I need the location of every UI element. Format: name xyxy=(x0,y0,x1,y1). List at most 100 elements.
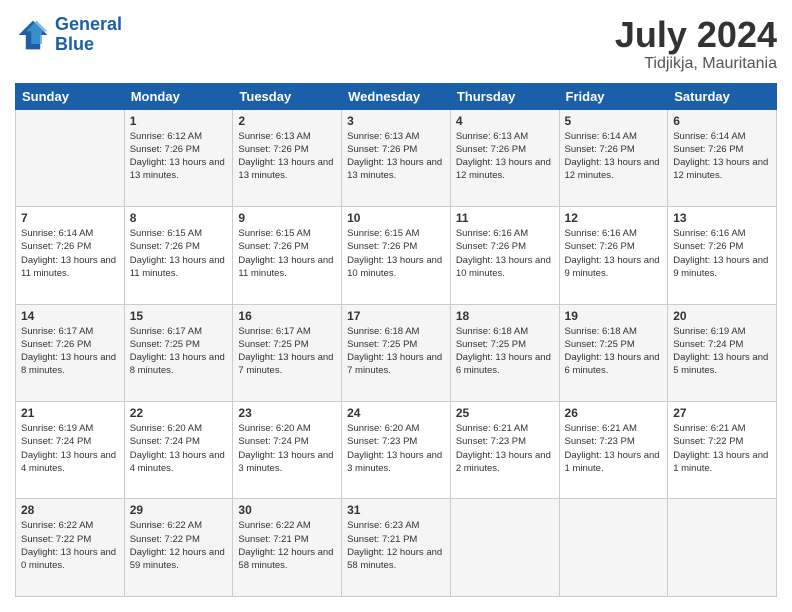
day-info: Sunrise: 6:23 AMSunset: 7:21 PMDaylight:… xyxy=(347,519,445,572)
day-info: Sunrise: 6:14 AMSunset: 7:26 PMDaylight:… xyxy=(673,130,771,183)
table-row: 24Sunrise: 6:20 AMSunset: 7:23 PMDayligh… xyxy=(342,402,451,499)
day-number: 7 xyxy=(21,211,119,225)
table-row: 15 Sunrise: 6:17 AMSunset: 7:25 PMDayligh… xyxy=(124,304,233,401)
table-row: 28 Sunrise: 6:22 AMSunset: 7:22 PMDayligh… xyxy=(16,499,125,597)
day-info: Sunrise: 6:16 AMSunset: 7:26 PMDaylight:… xyxy=(456,227,554,280)
day-info: Sunrise: 6:21 AMSunset: 7:23 PMDaylight:… xyxy=(565,422,663,475)
day-info: Sunrise: 6:16 AMSunset: 7:26 PMDaylight:… xyxy=(673,227,771,280)
calendar-week-row: 1 Sunrise: 6:12 AMSunset: 7:26 PMDaylight… xyxy=(16,109,777,206)
day-info: Sunrise: 6:20 AMSunset: 7:24 PMDaylight:… xyxy=(238,422,336,475)
day-number: 4 xyxy=(456,114,554,128)
table-row: 4 Sunrise: 6:13 AMSunset: 7:26 PMDaylight… xyxy=(450,109,559,206)
table-row: 10Sunrise: 6:15 AMSunset: 7:26 PMDayligh… xyxy=(342,207,451,304)
day-info: Sunrise: 6:16 AMSunset: 7:26 PMDaylight:… xyxy=(565,227,663,280)
day-number: 5 xyxy=(565,114,663,128)
col-thursday: Thursday xyxy=(450,83,559,109)
logo: General Blue xyxy=(15,15,122,55)
day-number: 26 xyxy=(565,406,663,420)
calendar-week-row: 28 Sunrise: 6:22 AMSunset: 7:22 PMDayligh… xyxy=(16,499,777,597)
table-row: 20 Sunrise: 6:19 AMSunset: 7:24 PMDayligh… xyxy=(668,304,777,401)
day-info: Sunrise: 6:21 AMSunset: 7:23 PMDaylight:… xyxy=(456,422,554,475)
day-info: Sunrise: 6:17 AMSunset: 7:26 PMDaylight:… xyxy=(21,325,119,378)
day-info: Sunrise: 6:22 AMSunset: 7:22 PMDaylight:… xyxy=(21,519,119,572)
day-number: 21 xyxy=(21,406,119,420)
logo-line1: General xyxy=(55,14,122,34)
table-row: 23Sunrise: 6:20 AMSunset: 7:24 PMDayligh… xyxy=(233,402,342,499)
day-number: 11 xyxy=(456,211,554,225)
table-row: 18 Sunrise: 6:18 AMSunset: 7:25 PMDayligh… xyxy=(450,304,559,401)
day-number: 16 xyxy=(238,309,336,323)
day-number: 6 xyxy=(673,114,771,128)
day-number: 2 xyxy=(238,114,336,128)
day-number: 8 xyxy=(130,211,228,225)
table-row: 6 Sunrise: 6:14 AMSunset: 7:26 PMDaylight… xyxy=(668,109,777,206)
logo-line2: Blue xyxy=(55,34,94,54)
day-number: 3 xyxy=(347,114,445,128)
table-row xyxy=(559,499,668,597)
day-number: 27 xyxy=(673,406,771,420)
day-info: Sunrise: 6:19 AMSunset: 7:24 PMDaylight:… xyxy=(21,422,119,475)
day-number: 13 xyxy=(673,211,771,225)
day-info: Sunrise: 6:18 AMSunset: 7:25 PMDaylight:… xyxy=(347,325,445,378)
table-row: 16 Sunrise: 6:17 AMSunset: 7:25 PMDayligh… xyxy=(233,304,342,401)
logo-icon xyxy=(15,17,51,53)
col-monday: Monday xyxy=(124,83,233,109)
col-tuesday: Tuesday xyxy=(233,83,342,109)
day-number: 30 xyxy=(238,503,336,517)
day-info: Sunrise: 6:19 AMSunset: 7:24 PMDaylight:… xyxy=(673,325,771,378)
main-title: July 2024 xyxy=(615,15,777,55)
table-row: 12 Sunrise: 6:16 AMSunset: 7:26 PMDayligh… xyxy=(559,207,668,304)
table-row: 2 Sunrise: 6:13 AMSunset: 7:26 PMDaylight… xyxy=(233,109,342,206)
table-row: 7Sunrise: 6:14 AMSunset: 7:26 PMDaylight… xyxy=(16,207,125,304)
day-number: 29 xyxy=(130,503,228,517)
day-number: 1 xyxy=(130,114,228,128)
day-number: 28 xyxy=(21,503,119,517)
day-info: Sunrise: 6:17 AMSunset: 7:25 PMDaylight:… xyxy=(130,325,228,378)
day-number: 18 xyxy=(456,309,554,323)
day-number: 19 xyxy=(565,309,663,323)
day-info: Sunrise: 6:13 AMSunset: 7:26 PMDaylight:… xyxy=(347,130,445,183)
day-info: Sunrise: 6:13 AMSunset: 7:26 PMDaylight:… xyxy=(238,130,336,183)
col-friday: Friday xyxy=(559,83,668,109)
day-info: Sunrise: 6:15 AMSunset: 7:26 PMDaylight:… xyxy=(347,227,445,280)
day-info: Sunrise: 6:21 AMSunset: 7:22 PMDaylight:… xyxy=(673,422,771,475)
table-row xyxy=(450,499,559,597)
day-info: Sunrise: 6:18 AMSunset: 7:25 PMDaylight:… xyxy=(456,325,554,378)
day-info: Sunrise: 6:14 AMSunset: 7:26 PMDaylight:… xyxy=(565,130,663,183)
logo-text: General Blue xyxy=(55,15,122,55)
day-info: Sunrise: 6:15 AMSunset: 7:26 PMDaylight:… xyxy=(130,227,228,280)
day-number: 12 xyxy=(565,211,663,225)
col-sunday: Sunday xyxy=(16,83,125,109)
day-info: Sunrise: 6:13 AMSunset: 7:26 PMDaylight:… xyxy=(456,130,554,183)
day-number: 9 xyxy=(238,211,336,225)
day-info: Sunrise: 6:12 AMSunset: 7:26 PMDaylight:… xyxy=(130,130,228,183)
day-info: Sunrise: 6:22 AMSunset: 7:22 PMDaylight:… xyxy=(130,519,228,572)
table-row xyxy=(16,109,125,206)
table-row: 30Sunrise: 6:22 AMSunset: 7:21 PMDayligh… xyxy=(233,499,342,597)
calendar-table: Sunday Monday Tuesday Wednesday Thursday… xyxy=(15,83,777,597)
calendar-header-row: Sunday Monday Tuesday Wednesday Thursday… xyxy=(16,83,777,109)
calendar-week-row: 7Sunrise: 6:14 AMSunset: 7:26 PMDaylight… xyxy=(16,207,777,304)
day-number: 15 xyxy=(130,309,228,323)
table-row: 1 Sunrise: 6:12 AMSunset: 7:26 PMDaylight… xyxy=(124,109,233,206)
calendar-week-row: 14Sunrise: 6:17 AMSunset: 7:26 PMDayligh… xyxy=(16,304,777,401)
day-number: 17 xyxy=(347,309,445,323)
table-row: 19 Sunrise: 6:18 AMSunset: 7:25 PMDayligh… xyxy=(559,304,668,401)
day-number: 31 xyxy=(347,503,445,517)
header: General Blue July 2024 Tidjikja, Maurita… xyxy=(15,15,777,73)
day-info: Sunrise: 6:20 AMSunset: 7:24 PMDaylight:… xyxy=(130,422,228,475)
day-number: 22 xyxy=(130,406,228,420)
table-row: 9Sunrise: 6:15 AMSunset: 7:26 PMDaylight… xyxy=(233,207,342,304)
table-row: 5 Sunrise: 6:14 AMSunset: 7:26 PMDaylight… xyxy=(559,109,668,206)
table-row: 27 Sunrise: 6:21 AMSunset: 7:22 PMDayligh… xyxy=(668,402,777,499)
day-info: Sunrise: 6:18 AMSunset: 7:25 PMDaylight:… xyxy=(565,325,663,378)
subtitle: Tidjikja, Mauritania xyxy=(615,55,777,73)
table-row: 14Sunrise: 6:17 AMSunset: 7:26 PMDayligh… xyxy=(16,304,125,401)
day-number: 25 xyxy=(456,406,554,420)
table-row: 8 Sunrise: 6:15 AMSunset: 7:26 PMDaylight… xyxy=(124,207,233,304)
day-number: 24 xyxy=(347,406,445,420)
day-number: 20 xyxy=(673,309,771,323)
day-info: Sunrise: 6:17 AMSunset: 7:25 PMDaylight:… xyxy=(238,325,336,378)
table-row: 22 Sunrise: 6:20 AMSunset: 7:24 PMDayligh… xyxy=(124,402,233,499)
table-row: 31 Sunrise: 6:23 AMSunset: 7:21 PMDayligh… xyxy=(342,499,451,597)
